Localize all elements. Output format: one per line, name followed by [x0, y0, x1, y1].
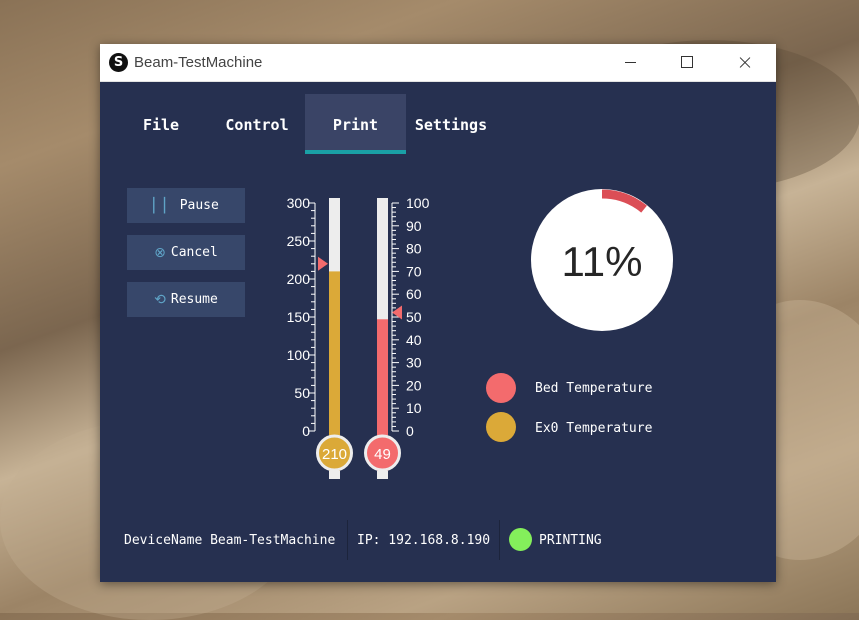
bed-temperature-tick-label: 60 — [406, 286, 422, 302]
app-window: S Beam-TestMachine File Control Print Se… — [100, 44, 776, 582]
window-title: Beam-TestMachine — [134, 54, 263, 71]
device-name: DeviceName Beam-TestMachine — [124, 533, 336, 548]
maximize-button[interactable] — [663, 44, 709, 81]
progress-ring: 11% — [531, 189, 673, 331]
ex0-temperature-tick-label: 150 — [287, 309, 311, 325]
resume-icon: ⟲ — [154, 291, 166, 308]
bed-temperature-tick-label: 40 — [406, 332, 422, 348]
resume-button-label: Resume — [170, 292, 218, 307]
ex0-temperature-tick-label: 250 — [287, 233, 311, 249]
bed-temperature-tick-label: 10 — [406, 400, 422, 416]
tab-settings[interactable]: Settings — [406, 94, 496, 154]
ex0-temperature-tick-label: 200 — [287, 271, 311, 287]
app-logo-icon: S — [109, 53, 128, 72]
status-divider — [499, 520, 500, 560]
bed-temperature-reading: 49 — [374, 446, 391, 463]
bed-temperature-legend-icon — [486, 373, 516, 403]
cancel-button-label: Cancel — [170, 245, 218, 260]
cancel-icon: ⊗ — [154, 244, 166, 261]
ex0-temperature-legend-icon — [486, 412, 516, 442]
cancel-button[interactable]: ⊗ Cancel — [127, 235, 245, 270]
tab-file[interactable]: File — [123, 94, 199, 154]
bed-temperature-tick-label: 70 — [406, 263, 422, 279]
ex0-temperature-thermometer: 210 0 50 100 150 200 250 300 — [287, 195, 353, 479]
tab-control[interactable]: Control — [213, 94, 301, 154]
progress-percent: 11% — [562, 238, 643, 285]
print-status: PRINTING — [539, 533, 602, 548]
status-indicator-icon — [509, 528, 532, 551]
minimize-button[interactable] — [607, 44, 653, 81]
status-divider — [347, 520, 348, 560]
bed-temperature-tick-label: 100 — [406, 195, 430, 211]
tab-print[interactable]: Print — [305, 94, 406, 154]
ex0-temperature-tick-label: 50 — [294, 385, 310, 401]
pause-icon: ▏▏ — [153, 197, 175, 214]
bed-temperature-tick-label: 50 — [406, 309, 422, 325]
ip-address: IP: 192.168.8.190 — [357, 533, 491, 548]
title-bar[interactable]: S Beam-TestMachine — [100, 44, 776, 82]
ex0-temperature-tick-label: 100 — [287, 347, 311, 363]
temperature-gauges: 210 0 50 100 150 200 250 300 49 0 10 20 30 40 50 60 70 80… — [287, 195, 430, 479]
pause-button-label: Pause — [179, 198, 219, 213]
bed-temperature-tick-label: 80 — [406, 241, 422, 257]
bed-temperature-tick-label: 30 — [406, 355, 422, 371]
bed-temperature-tick-label: 20 — [406, 377, 422, 393]
ex0-temperature-target-marker — [318, 256, 328, 271]
resume-button[interactable]: ⟲ Resume — [127, 282, 245, 317]
close-button[interactable] — [721, 44, 767, 81]
ex0-temperature-tick-label: 300 — [287, 195, 311, 211]
bed-temperature-tick-label: 90 — [406, 218, 422, 234]
ex0-temperature-tick-label: 0 — [302, 423, 310, 439]
bed-temperature-tick-label: 0 — [406, 423, 414, 439]
ex0-temperature-legend: Ex0 Temperature — [535, 421, 653, 436]
pause-button[interactable]: ▏▏ Pause — [127, 188, 245, 223]
ex0-temperature-reading: 210 — [322, 446, 347, 463]
bed-temperature-thermometer: 49 0 10 20 30 40 50 60 70 80 90 100 — [364, 195, 430, 479]
bed-temperature-legend: Bed Temperature — [535, 381, 653, 396]
